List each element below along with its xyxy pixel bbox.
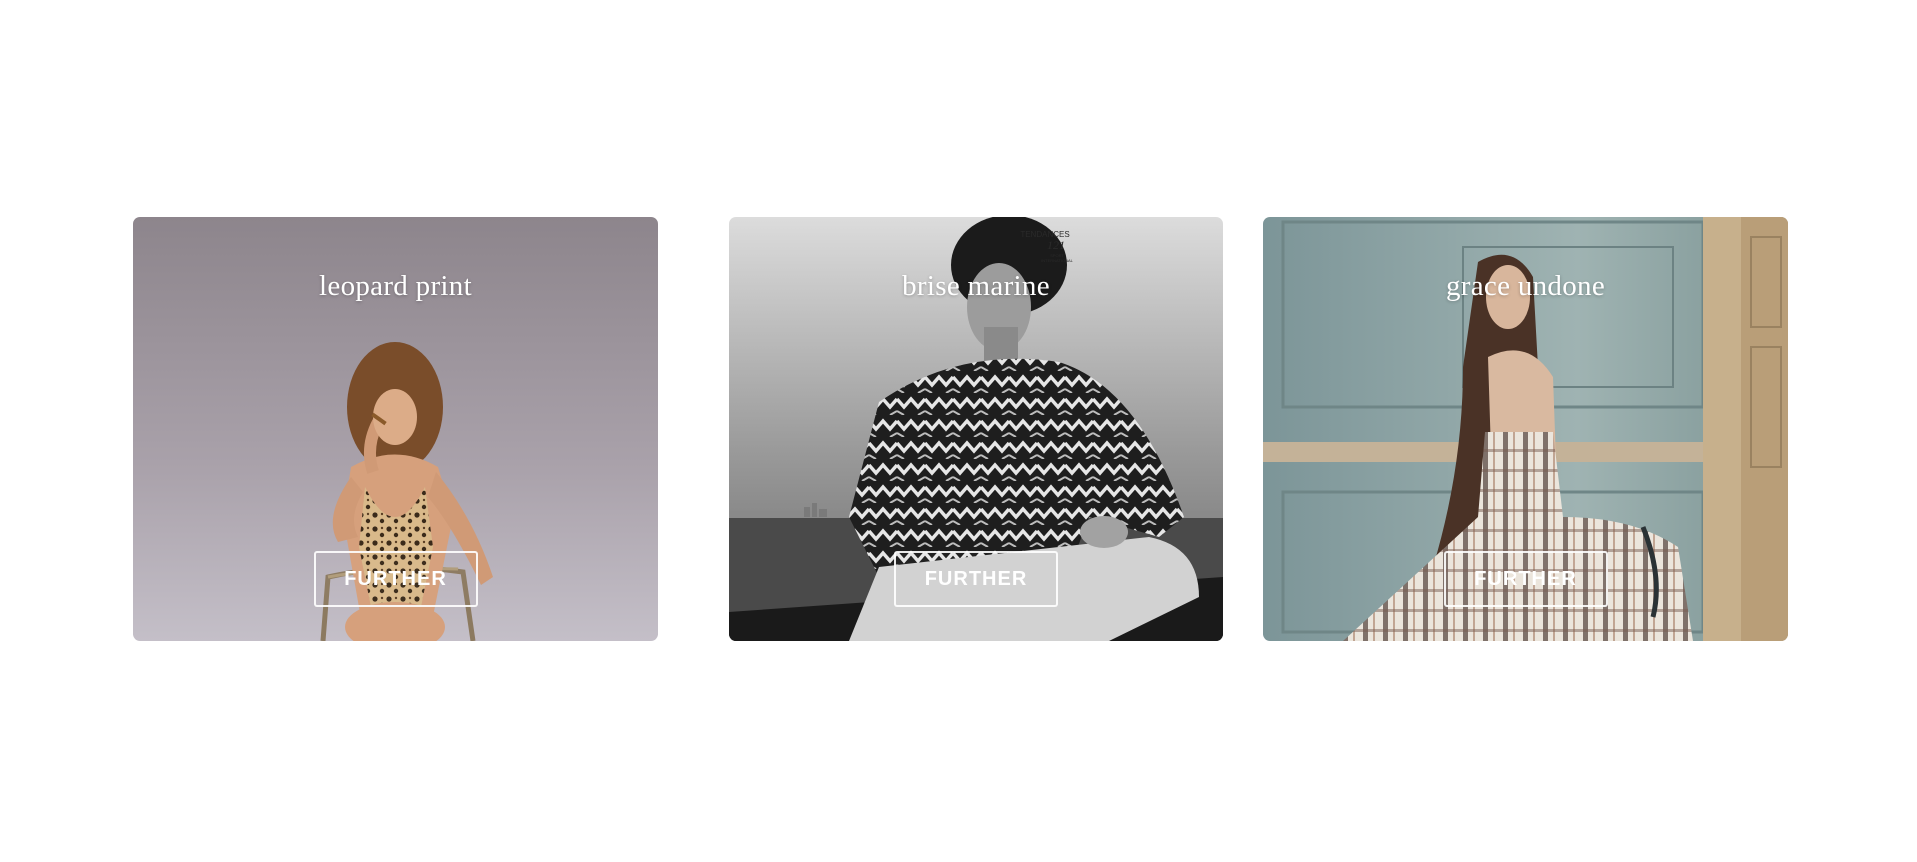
further-button[interactable]: FURTHER (894, 551, 1058, 607)
collection-card-leopard-print[interactable]: leopard print FURTHER (133, 217, 658, 641)
card-title: leopard print (319, 270, 472, 302)
card-title: brise marine (902, 270, 1050, 302)
collection-card-brise-marine[interactable]: TENDANCES 121 SPORT INTERNATIONAL brise … (729, 217, 1223, 641)
further-button[interactable]: FURTHER (1443, 551, 1608, 607)
collection-card-grace-undone[interactable]: grace undone FURTHER (1263, 217, 1788, 641)
further-button[interactable]: FURTHER (313, 551, 478, 607)
magazine-mark-issue: 121 (1047, 238, 1065, 252)
card-title: grace undone (1446, 270, 1605, 302)
magazine-mark-line: INTERNATIONAL (1041, 258, 1073, 263)
